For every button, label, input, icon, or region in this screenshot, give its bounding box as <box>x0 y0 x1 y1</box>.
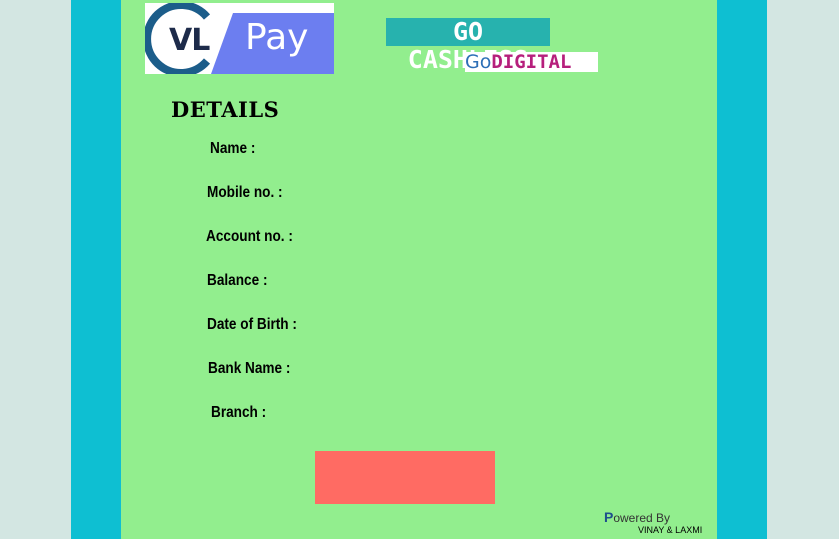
balance-label: Balance : <box>207 272 268 289</box>
go-digital-go-text: Go <box>465 52 492 72</box>
mobile-label: Mobile no. : <box>207 184 283 201</box>
authors-text: VINAY & LAXMI <box>638 525 703 535</box>
go-digital-banner: GoDIGITAL <box>465 52 598 72</box>
go-cashless-banner: GO CASHLESS <box>386 18 550 74</box>
right-side-bar <box>717 0 767 539</box>
left-side-bar <box>71 0 121 539</box>
branch-label: Branch : <box>211 404 267 421</box>
details-heading: DETAILS <box>171 97 280 122</box>
powered-by-initial: P <box>604 509 614 525</box>
logo-vl-text: VL <box>169 23 210 58</box>
go-digital-word-text: DIGITAL <box>491 52 572 72</box>
bank-name-label: Bank Name : <box>208 360 291 377</box>
action-button[interactable] <box>315 451 495 504</box>
powered-by-text: Powered By <box>604 509 670 525</box>
name-label: Name : <box>210 140 256 157</box>
logo-pay-text: Pay <box>245 17 309 58</box>
dob-label: Date of Birth : <box>207 316 297 333</box>
account-label: Account no. : <box>206 228 293 245</box>
vlpay-logo: VL Pay <box>145 3 334 74</box>
powered-by-rest: owered By <box>613 511 671 525</box>
